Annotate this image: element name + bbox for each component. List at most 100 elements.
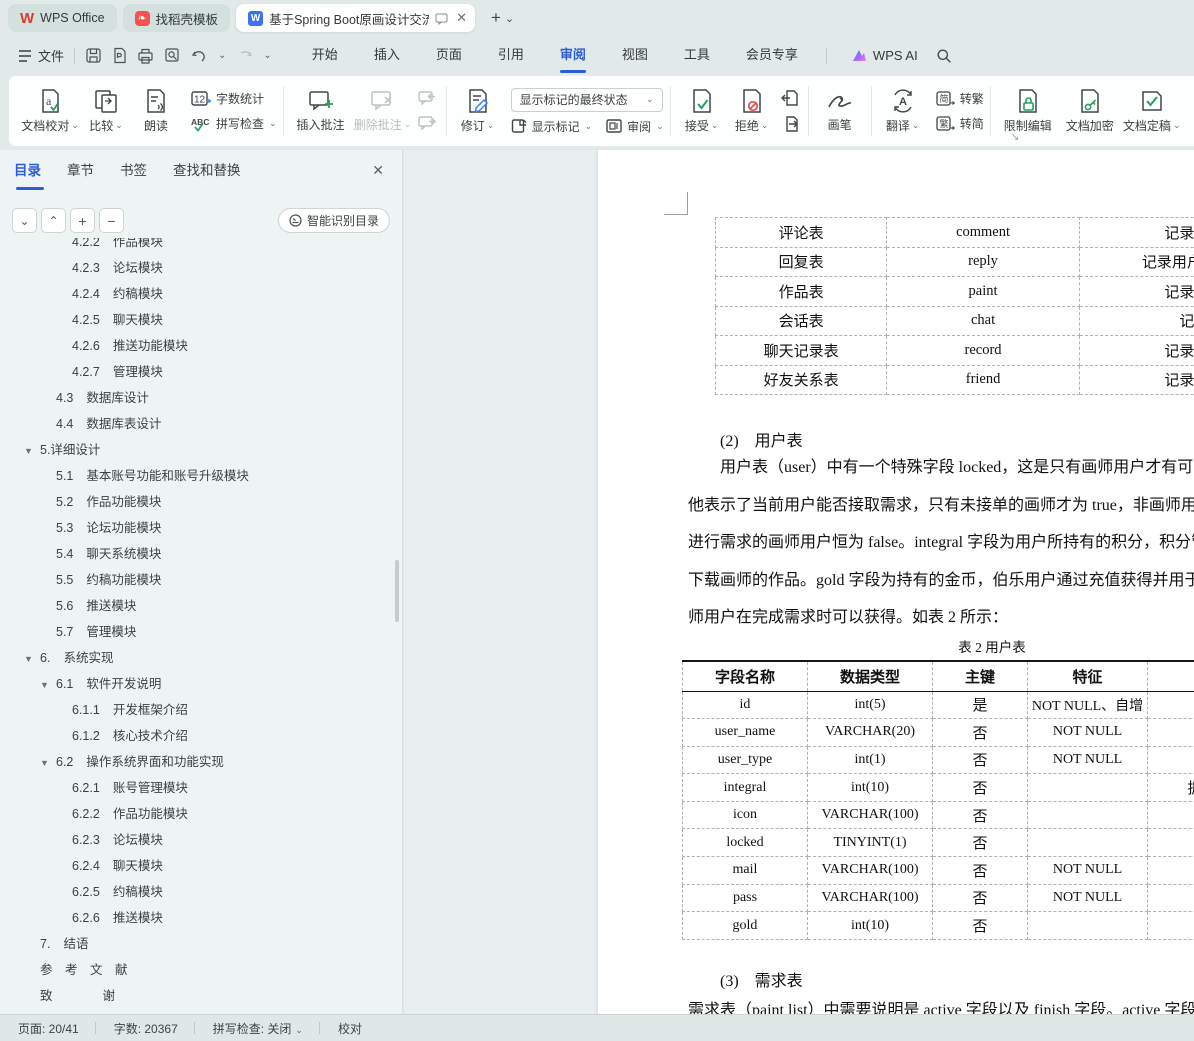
sidebar-tab[interactable]: 目录 (14, 150, 44, 194)
menu-item[interactable]: 引用 (480, 36, 542, 75)
close-sidebar-icon[interactable]: ✕ (372, 162, 384, 179)
menu-item[interactable]: 页面 (418, 36, 480, 75)
tab-current-document[interactable]: W 基于Spring Boot原画设计交流 ✕ (236, 4, 475, 32)
toc-item[interactable]: ▼ 6.2 操作系统界面和功能实现 (0, 749, 396, 775)
toc-item[interactable]: ▼ 5.详细设计 (0, 437, 396, 463)
insert-comment-button[interactable]: 插入批注 (290, 89, 352, 133)
menu-item[interactable]: 工具 (666, 36, 728, 75)
next-comment-icon[interactable] (417, 116, 436, 131)
read-aloud-button[interactable]: 朗读 (131, 88, 181, 134)
menu-item[interactable]: 视图 (604, 36, 666, 75)
redo-icon[interactable] (236, 49, 253, 63)
undo-dropdown-chevron-icon[interactable]: ⌄ (218, 50, 226, 61)
export-pdf-icon[interactable] (112, 47, 127, 64)
toc-item[interactable]: ▼4.2.7管理模块 (0, 359, 396, 385)
ink-pen-button[interactable]: 画笔 (815, 89, 865, 133)
menu-item[interactable]: 审阅 (542, 36, 604, 75)
wps-ai-button[interactable]: WPS AI (851, 48, 918, 63)
toc-item[interactable]: ▼6.2.5约稿模块 (0, 879, 396, 905)
toc-item[interactable]: ▼4.2.5聊天模块 (0, 307, 396, 333)
toc-item[interactable]: ▼ 6.1 软件开发说明 (0, 671, 396, 697)
toc-item[interactable]: ▼5.2作品功能模块 (0, 489, 396, 515)
compare-button[interactable]: 比较 ⌄ (81, 88, 131, 134)
show-markup-button[interactable]: 显示标记 ⌄ (511, 118, 592, 135)
spell-check-button[interactable]: ABC 拼写检查 ⌄ (191, 115, 277, 132)
new-tab-button[interactable]: + (491, 8, 501, 28)
toc-item[interactable]: ▼6.1.1开发框架介绍 (0, 697, 396, 723)
toc-item[interactable]: ▼5.4聊天系统模块 (0, 541, 396, 567)
simplified-to-traditional-button[interactable]: 简 转繁 (936, 90, 984, 107)
track-changes-button[interactable]: 修订 ⌄ (453, 88, 503, 134)
sidebar-scrollbar[interactable] (395, 560, 399, 622)
encrypt-document-button[interactable]: 文档加密 (1059, 88, 1121, 134)
more-commands-chevron-icon[interactable]: ⌄ (263, 50, 271, 61)
undo-icon[interactable] (191, 49, 208, 63)
proofread-button[interactable]: 校对 (338, 1020, 362, 1037)
save-icon[interactable] (85, 47, 102, 64)
smart-toc-button[interactable]: 智能识别目录 (277, 208, 390, 233)
review-pane-button[interactable]: 审阅 ⌄ (606, 118, 664, 135)
word-count-indicator[interactable]: 字数: 20367 (114, 1020, 178, 1037)
file-menu[interactable]: 文件 (18, 46, 64, 65)
delete-comment-button[interactable]: 删除批注 ⌄ (352, 89, 414, 133)
toc-item[interactable]: ▼ 6. 系统实现 (0, 645, 396, 671)
restrict-editing-button[interactable]: 限制编辑 (997, 88, 1059, 134)
sidebar-tab[interactable]: 章节 (67, 150, 94, 194)
group-expand-icon[interactable]: ↘ (1011, 132, 1019, 143)
close-tab-icon[interactable]: ✕ (456, 10, 467, 26)
toc-item[interactable]: ▼7.结语 (0, 931, 396, 957)
toc-item[interactable]: ▼6.2.2作品功能模块 (0, 801, 396, 827)
toc-item[interactable]: ▼4.4数据库表设计 (0, 411, 396, 437)
finalize-document-button[interactable]: 文档定稿 ⌄ (1121, 88, 1183, 134)
toc-item[interactable]: ▼4.2.3论坛模块 (0, 255, 396, 281)
toc-item[interactable]: ▼4.2.4约稿模块 (0, 281, 396, 307)
collapse-all-button[interactable]: ⌃ (41, 208, 66, 233)
print-preview-icon[interactable] (164, 47, 181, 64)
toc-item[interactable]: ▼致 谢 (0, 983, 396, 1009)
menu-item[interactable]: 插入 (356, 36, 418, 75)
chevron-down-icon[interactable]: ▼ (40, 672, 56, 698)
toc-item[interactable]: ▼4.2.6推送功能模块 (0, 333, 396, 359)
toc-item[interactable]: ▼6.2.4聊天模块 (0, 853, 396, 879)
toc-item[interactable]: ▼5.6推送模块 (0, 593, 396, 619)
tab-wps-office[interactable]: W WPS Office (8, 4, 117, 32)
chevron-down-icon[interactable]: ▼ (24, 646, 40, 672)
previous-revision-icon[interactable] (780, 90, 798, 106)
toc-item[interactable]: ▼5.3论坛功能模块 (0, 515, 396, 541)
toc-item[interactable]: ▼5.1基本账号功能和账号升级模块 (0, 463, 396, 489)
chevron-down-icon[interactable]: ▼ (24, 438, 40, 464)
toc-item[interactable]: ▼6.2.6推送模块 (0, 905, 396, 931)
accept-revision-button[interactable]: 接受 ⌄ (677, 88, 727, 134)
sidebar-tab[interactable]: 查找和替换 (173, 150, 241, 194)
page-indicator[interactable]: 页面: 20/41 (18, 1020, 79, 1037)
translate-button[interactable]: A 翻译 ⌄ (878, 88, 928, 134)
print-icon[interactable] (137, 48, 154, 64)
word-count-button[interactable]: 12 字数统计 (191, 90, 277, 107)
previous-comment-icon[interactable] (417, 91, 436, 106)
menu-item[interactable]: 开始 (294, 36, 356, 75)
toc-item[interactable]: ▼4.2.2作品模块 (0, 238, 396, 255)
document-proofing-button[interactable]: a 文档校对 ⌄ (19, 88, 81, 134)
toc-item[interactable]: ▼6.2.3论坛模块 (0, 827, 396, 853)
tab-list-chevron-icon[interactable]: ⌄ (505, 12, 514, 25)
zoom-in-toc-button[interactable]: + (70, 208, 95, 233)
expand-all-button[interactable]: ⌄ (12, 208, 37, 233)
toc-item[interactable]: ▼5.5约稿功能模块 (0, 567, 396, 593)
tab-docer-template[interactable]: ❧ 找稻壳模板 (122, 4, 231, 32)
search-icon[interactable] (936, 48, 952, 64)
menu-item[interactable]: 会员专享 (728, 36, 816, 75)
spellcheck-status[interactable]: 拼写检查: 关闭 ⌄ (213, 1020, 303, 1037)
sidebar-tab[interactable]: 书签 (120, 150, 147, 194)
reject-revision-button[interactable]: 拒绝 ⌄ (727, 88, 777, 134)
next-revision-icon[interactable] (781, 116, 798, 132)
toc-item[interactable]: ▼6.1.2核心技术介绍 (0, 723, 396, 749)
toc-item[interactable]: ▼6.2.1账号管理模块 (0, 775, 396, 801)
traditional-to-simplified-button[interactable]: 繁 转简 (936, 115, 984, 132)
document-page[interactable]: 评论表 comment 记录用户在帖子下的评论 回复表 reply 记录用户在帖… (598, 150, 1194, 1014)
markup-state-select[interactable]: 显示标记的最终状态 ⌄ (510, 87, 663, 112)
toc-item[interactable]: ▼4.3数据库设计 (0, 385, 396, 411)
chevron-down-icon[interactable]: ▼ (40, 750, 56, 776)
zoom-out-toc-button[interactable]: − (99, 208, 124, 233)
toc-item[interactable]: ▼参 考 文 献 (0, 957, 396, 983)
toc-item[interactable]: ▼5.7管理模块 (0, 619, 396, 645)
